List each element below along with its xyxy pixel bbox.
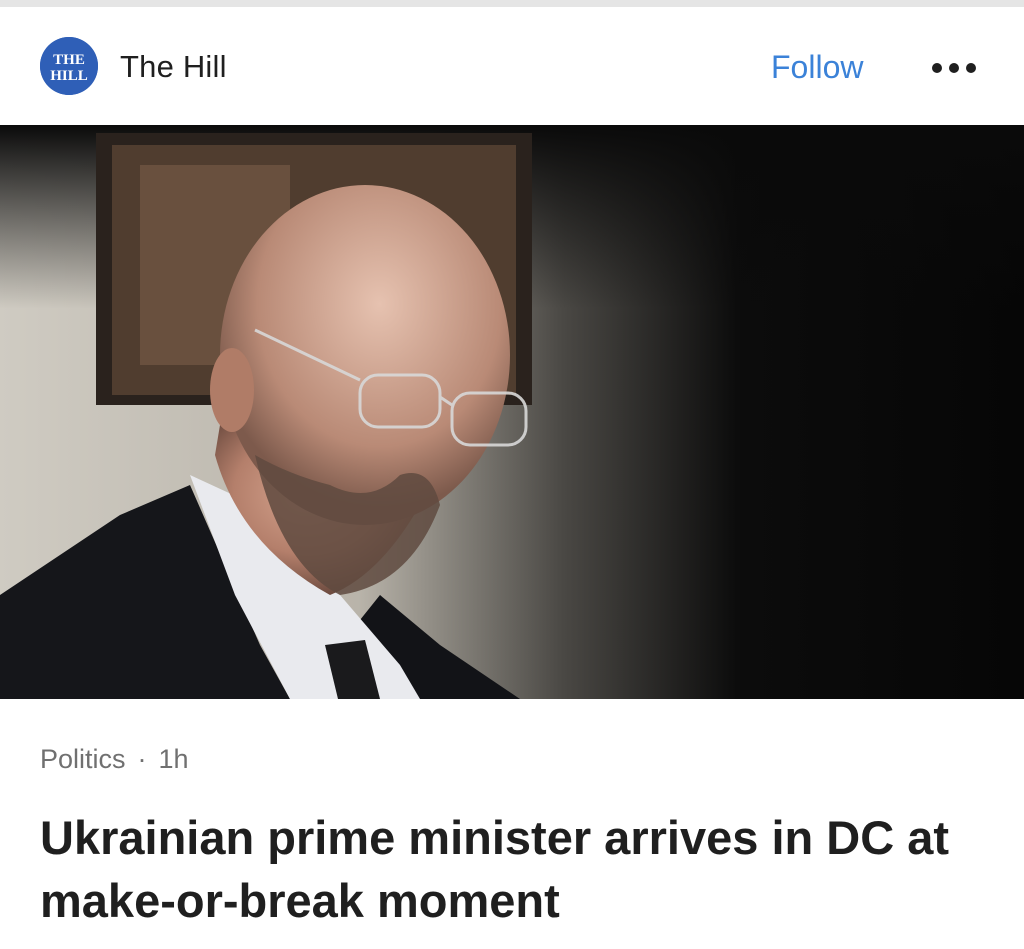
svg-text:HILL: HILL — [50, 68, 88, 84]
publisher-name[interactable]: The Hill — [120, 49, 227, 85]
article-hero-image[interactable] — [0, 125, 1024, 699]
follow-button[interactable]: Follow — [771, 49, 863, 86]
article-headline[interactable]: Ukrainian prime minister arrives in DC a… — [40, 806, 1000, 932]
photo-icon — [0, 125, 1024, 699]
the-hill-logo-icon: THE HILL — [40, 37, 98, 95]
meta-separator: · — [137, 744, 147, 774]
article-age: 1h — [158, 744, 189, 774]
article-meta: Politics · 1h — [40, 744, 189, 775]
publisher-header: THE HILL The Hill Follow — [0, 7, 1024, 125]
svg-text:THE: THE — [53, 52, 85, 68]
article-section[interactable]: Politics — [40, 744, 126, 774]
top-divider — [0, 0, 1024, 7]
more-options-icon[interactable] — [928, 51, 980, 87]
publisher-logo[interactable]: THE HILL — [40, 37, 98, 95]
